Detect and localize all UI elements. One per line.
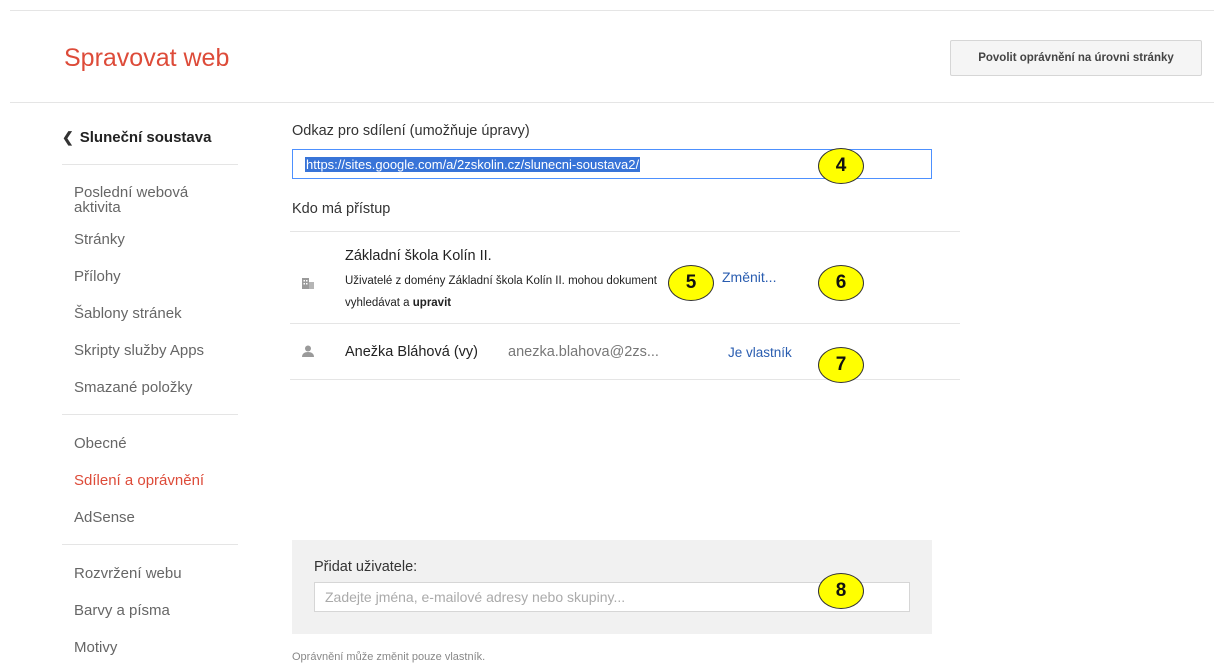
share-link-label: Odkaz pro sdílení (umožňuje úpravy) bbox=[292, 123, 530, 139]
callout-4: 4 bbox=[818, 148, 864, 184]
sidebar-divider bbox=[62, 414, 238, 415]
sidebar-item-colors-fonts[interactable]: Barvy a písma bbox=[62, 592, 238, 629]
sidebar-item-sharing[interactable]: Sdílení a oprávnění bbox=[62, 462, 238, 499]
page-level-permission-button[interactable]: Povolit oprávnění na úrovni stránky bbox=[950, 40, 1202, 76]
header-divider bbox=[10, 102, 1214, 103]
callout-6: 6 bbox=[818, 265, 864, 301]
sidebar-item-general[interactable]: Obecné bbox=[62, 425, 238, 462]
top-divider bbox=[10, 10, 1214, 11]
sidebar-item-themes[interactable]: Motivy bbox=[62, 629, 238, 664]
sidebar-item-apps-scripts[interactable]: Skripty služby Apps bbox=[62, 332, 238, 369]
who-has-access-label: Kdo má přístup bbox=[292, 201, 391, 217]
share-link-text: https://sites.google.com/a/2zskolin.cz/s… bbox=[305, 156, 641, 172]
page-title: Spravovat web bbox=[64, 44, 230, 72]
sidebar-item-deleted-items[interactable]: Smazané položky bbox=[62, 369, 238, 406]
sidebar: ❮ Sluneční soustava Poslední webová akti… bbox=[62, 118, 238, 664]
sidebar-item-pages[interactable]: Stránky bbox=[62, 221, 238, 258]
domain-name: Základní škola Kolín II. bbox=[345, 248, 492, 264]
permission-footnote: Oprávnění může změnit pouze vlastník. bbox=[292, 651, 486, 663]
sidebar-item-attachments[interactable]: Přílohy bbox=[62, 258, 238, 295]
sidebar-item-adsense[interactable]: AdSense bbox=[62, 499, 238, 536]
chevron-left-icon: ❮ bbox=[62, 128, 74, 145]
building-icon bbox=[301, 276, 315, 290]
domain-description: Uživatelé z domény Základní škola Kolín … bbox=[345, 275, 657, 309]
callout-8: 8 bbox=[818, 573, 864, 609]
sidebar-back-link[interactable]: ❮ Sluneční soustava bbox=[62, 118, 238, 156]
add-users-label: Přidat uživatele: bbox=[314, 559, 418, 575]
owner-name: Anežka Bláhová (vy) bbox=[345, 344, 478, 360]
owner-email: anezka.blahova@2zs... bbox=[508, 344, 659, 360]
sidebar-divider bbox=[62, 544, 238, 545]
change-access-link[interactable]: Změnit... bbox=[722, 269, 776, 285]
site-name: Sluneční soustava bbox=[79, 128, 212, 146]
sidebar-item-page-templates[interactable]: Šablony stránek bbox=[62, 295, 238, 332]
callout-7: 7 bbox=[818, 347, 864, 383]
sidebar-divider bbox=[62, 164, 238, 165]
callout-5: 5 bbox=[668, 265, 714, 301]
person-icon bbox=[301, 344, 315, 358]
sidebar-item-site-layout[interactable]: Rozvržení webu bbox=[62, 555, 238, 592]
owner-role: Je vlastník bbox=[728, 345, 792, 360]
sidebar-item-recent-activity[interactable]: Poslední webová aktivita bbox=[62, 175, 238, 221]
